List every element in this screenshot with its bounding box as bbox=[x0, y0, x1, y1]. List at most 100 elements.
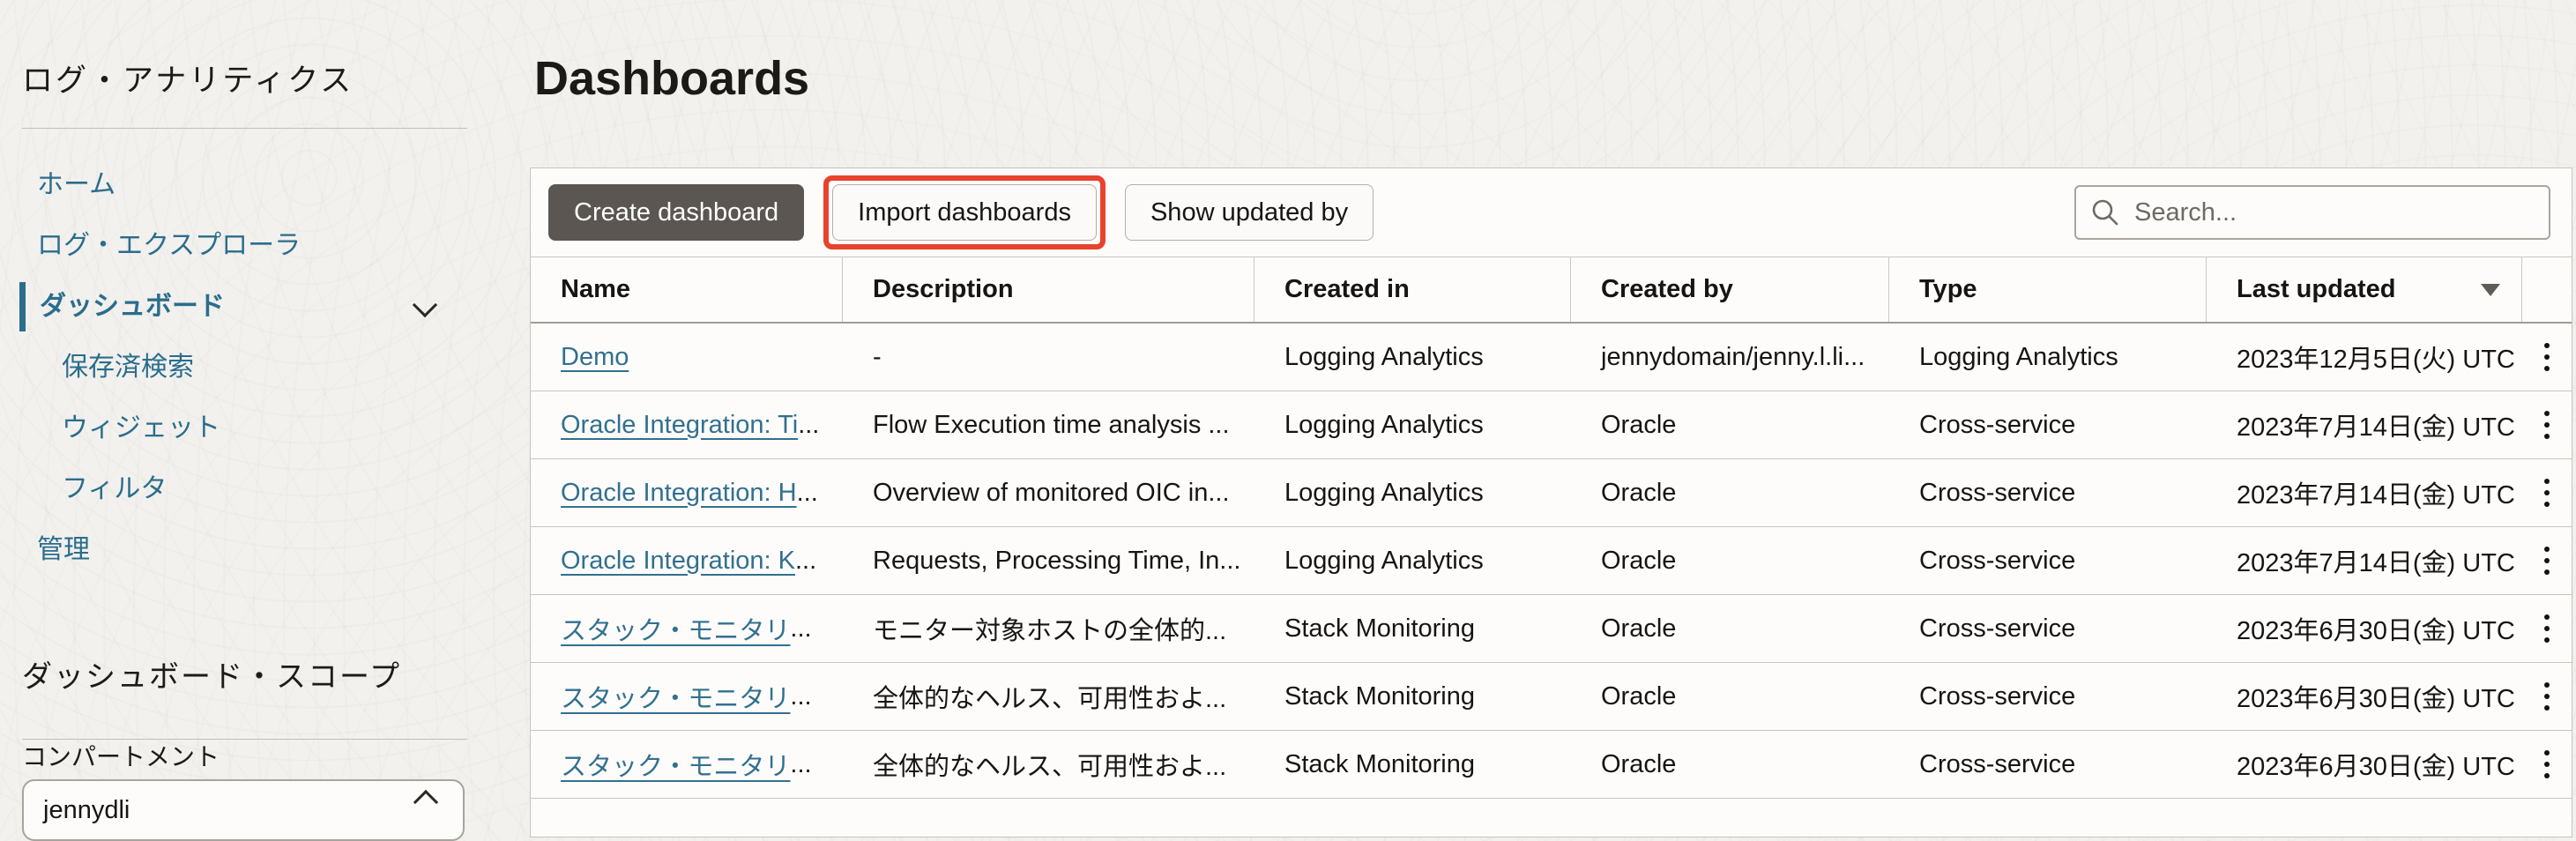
cell-created-by: jennydomain/jenny.l.li... bbox=[1571, 324, 1889, 391]
import-annotation-highlight: Import dashboards bbox=[823, 175, 1106, 249]
dashboard-link[interactable]: Oracle Integration: K bbox=[561, 547, 795, 576]
show-updated-by-button[interactable]: Show updated by bbox=[1125, 184, 1374, 241]
cell-last-updated: 2023年7月14日(金) UTC bbox=[2207, 391, 2522, 458]
cell-name: スタック・モニタリ... bbox=[531, 663, 843, 730]
truncation-ellipsis: ... bbox=[790, 682, 811, 711]
dashboard-link[interactable]: Oracle Integration: Ti bbox=[561, 411, 798, 440]
cell-description: Requests, Processing Time, In... bbox=[843, 527, 1254, 594]
toolbar: Create dashboard Import dashboards Show … bbox=[531, 168, 2572, 257]
cell-created-by: Oracle bbox=[1571, 595, 1889, 662]
chevron-down-icon[interactable] bbox=[413, 293, 437, 317]
sidebar-item-administration[interactable]: 管理 bbox=[0, 531, 530, 569]
row-actions-kebab-menu[interactable] bbox=[2532, 334, 2562, 380]
sidebar-item-home[interactable]: ホーム bbox=[0, 166, 530, 205]
dashboard-link[interactable]: Oracle Integration: H bbox=[561, 479, 797, 508]
truncation-ellipsis: ... bbox=[790, 750, 811, 779]
sidebar-item-label: 保存済検索 bbox=[62, 353, 194, 382]
active-indicator-bar bbox=[19, 282, 26, 331]
cell-description: 全体的なヘルス、可用性およ... bbox=[843, 663, 1254, 730]
sidebar-divider bbox=[22, 128, 467, 129]
cell-last-updated: 2023年6月30日(金) UTC bbox=[2207, 595, 2522, 662]
cell-type: Cross-service bbox=[1889, 663, 2207, 730]
dashboards-panel: Create dashboard Import dashboards Show … bbox=[530, 167, 2572, 837]
cell-created-in: Logging Analytics bbox=[1254, 527, 1571, 594]
row-actions-kebab-menu[interactable] bbox=[2532, 741, 2562, 787]
table-row[interactable]: Oracle Integration: K...Requests, Proces… bbox=[531, 527, 2572, 595]
cell-created-by: Oracle bbox=[1571, 731, 1889, 798]
truncation-ellipsis: ... bbox=[798, 411, 819, 440]
cell-actions bbox=[2522, 391, 2572, 458]
sidebar-item-widgets[interactable]: ウィジェット bbox=[0, 409, 530, 448]
sidebar-item-saved-searches[interactable]: 保存済検索 bbox=[0, 348, 530, 387]
table-header-row: Name Description Created in Created by T… bbox=[531, 257, 2572, 324]
row-actions-kebab-menu[interactable] bbox=[2532, 674, 2562, 719]
cell-description: - bbox=[843, 324, 1254, 391]
cell-type: Cross-service bbox=[1889, 527, 2207, 594]
cell-created-in: Logging Analytics bbox=[1254, 459, 1571, 526]
cell-name: Oracle Integration: Ti... bbox=[531, 391, 843, 458]
sidebar-item-label: ホーム bbox=[37, 170, 115, 199]
truncation-ellipsis: ... bbox=[797, 479, 818, 508]
table-row[interactable]: Oracle Integration: H...Overview of moni… bbox=[531, 459, 2572, 527]
column-header-created-by[interactable]: Created by bbox=[1571, 257, 1889, 322]
column-header-last-updated[interactable]: Last updated bbox=[2207, 257, 2522, 322]
cell-description: 全体的なヘルス、可用性およ... bbox=[843, 731, 1254, 798]
cell-last-updated: 2023年6月30日(金) UTC bbox=[2207, 663, 2522, 730]
table-row[interactable]: スタック・モニタリ...全体的なヘルス、可用性およ...Stack Monito… bbox=[531, 663, 2572, 731]
compartment-select[interactable]: jennydli bbox=[22, 779, 465, 841]
cell-last-updated: 2023年7月14日(金) UTC bbox=[2207, 527, 2522, 594]
table-body: Demo-Logging Analyticsjennydomain/jenny.… bbox=[531, 324, 2572, 799]
table-row[interactable]: スタック・モニタリ...モニター対象ホストの全体的...Stack Monito… bbox=[531, 595, 2572, 663]
row-actions-kebab-menu[interactable] bbox=[2532, 538, 2562, 584]
sort-descending-icon[interactable] bbox=[2481, 284, 2500, 296]
column-header-type[interactable]: Type bbox=[1889, 257, 2207, 322]
cell-type: Cross-service bbox=[1889, 391, 2207, 458]
cell-actions bbox=[2522, 459, 2572, 526]
row-actions-kebab-menu[interactable] bbox=[2532, 606, 2562, 651]
dashboard-link[interactable]: スタック・モニタリ bbox=[561, 610, 790, 647]
search-input[interactable] bbox=[2133, 197, 2535, 228]
create-dashboard-button[interactable]: Create dashboard bbox=[548, 184, 804, 241]
cell-created-in: Stack Monitoring bbox=[1254, 663, 1571, 730]
cell-created-by: Oracle bbox=[1571, 527, 1889, 594]
sidebar-item-log-explorer[interactable]: ログ・エクスプローラ bbox=[0, 227, 530, 265]
column-header-name[interactable]: Name bbox=[531, 257, 843, 322]
dashboard-link[interactable]: スタック・モニタリ bbox=[561, 678, 790, 715]
cell-type: Cross-service bbox=[1889, 459, 2207, 526]
cell-created-in: Stack Monitoring bbox=[1254, 595, 1571, 662]
compartment-value: jennydli bbox=[43, 796, 463, 825]
cell-created-by: Oracle bbox=[1571, 459, 1889, 526]
cell-actions bbox=[2522, 324, 2572, 391]
table-row[interactable]: Demo -Logging Analyticsjennydomain/jenny.… bbox=[531, 324, 2572, 391]
sidebar-item-dashboards[interactable]: ダッシュボード bbox=[0, 287, 530, 326]
dashboard-link[interactable]: スタック・モニタリ bbox=[561, 746, 790, 783]
compartment-label: コンパートメント bbox=[22, 743, 220, 771]
sidebar-item-filters[interactable]: フィルタ bbox=[0, 470, 530, 509]
table-row[interactable]: スタック・モニタリ...全体的なヘルス、可用性およ...Stack Monito… bbox=[531, 731, 2572, 799]
sidebar-item-label: 管理 bbox=[37, 535, 90, 564]
search-box[interactable] bbox=[2074, 185, 2550, 240]
cell-created-by: Oracle bbox=[1571, 391, 1889, 458]
column-header-description[interactable]: Description bbox=[843, 257, 1254, 322]
cell-actions bbox=[2522, 663, 2572, 730]
row-actions-kebab-menu[interactable] bbox=[2532, 402, 2562, 448]
column-header-created-in[interactable]: Created in bbox=[1254, 257, 1571, 322]
cell-name: スタック・モニタリ... bbox=[531, 595, 843, 662]
search-icon bbox=[2090, 197, 2120, 227]
sidebar-title: ログ・アナリティクス bbox=[22, 60, 530, 102]
cell-type: Cross-service bbox=[1889, 731, 2207, 798]
cell-description: モニター対象ホストの全体的... bbox=[843, 595, 1254, 662]
sidebar-item-label: フィルタ bbox=[62, 474, 167, 503]
truncation-ellipsis: ... bbox=[790, 614, 811, 644]
import-dashboards-button[interactable]: Import dashboards bbox=[832, 184, 1097, 241]
cell-last-updated: 2023年6月30日(金) UTC bbox=[2207, 731, 2522, 798]
dashboard-link[interactable]: Demo bbox=[561, 343, 629, 372]
page-title: Dashboards bbox=[534, 51, 809, 106]
cell-last-updated: 2023年12月5日(火) UTC bbox=[2207, 324, 2522, 391]
cell-type: Cross-service bbox=[1889, 595, 2207, 662]
cell-created-in: Logging Analytics bbox=[1254, 324, 1571, 391]
row-actions-kebab-menu[interactable] bbox=[2532, 470, 2562, 516]
cell-created-by: Oracle bbox=[1571, 663, 1889, 730]
table-row[interactable]: Oracle Integration: Ti...Flow Execution … bbox=[531, 391, 2572, 459]
sidebar-item-label: ダッシュボード bbox=[40, 292, 225, 321]
